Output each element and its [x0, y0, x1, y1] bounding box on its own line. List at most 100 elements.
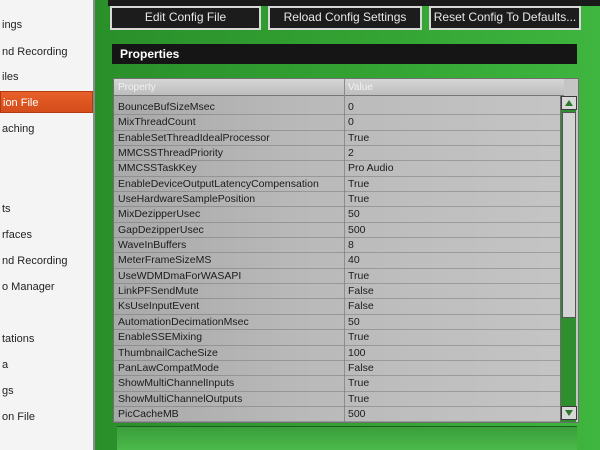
table-row[interactable]: WaveInBuffers 8 — [114, 238, 564, 254]
table-row[interactable]: MixThreadCount 0 — [114, 115, 564, 131]
sidebar-item-settings[interactable]: ings — [0, 14, 93, 36]
table-row[interactable]: MMCSSTaskKey Pro Audio — [114, 161, 564, 177]
table-row[interactable]: PanLawCompatMode False — [114, 361, 564, 377]
reset-config-defaults-button[interactable]: Reset Config To Defaults... — [429, 6, 581, 30]
sidebar-item-midi-recording[interactable]: nd Recording — [0, 250, 93, 272]
property-name: PicCacheMB — [118, 407, 179, 420]
property-value[interactable]: True — [348, 131, 369, 146]
property-value[interactable]: 40 — [348, 253, 360, 268]
table-row[interactable]: MixDezipperUsec 50 — [114, 207, 564, 223]
property-description-area — [117, 426, 577, 450]
property-value[interactable]: True — [348, 376, 369, 391]
grid-header: Property Value — [114, 79, 564, 96]
property-name: EnableDeviceOutputLatencyCompensation — [118, 177, 319, 190]
property-value[interactable]: 0 — [348, 115, 354, 130]
property-name: UseWDMDmaForWASAPI — [118, 269, 242, 282]
property-name: LinkPFSendMute — [118, 285, 199, 298]
table-row[interactable]: EnableSSEMixing True — [114, 330, 564, 346]
property-value[interactable]: 2 — [348, 146, 354, 161]
table-row[interactable]: GapDezipperUsec 500 — [114, 223, 564, 239]
property-name: MixDezipperUsec — [118, 208, 201, 221]
table-row[interactable]: EnableSetThreadIdealProcessor True — [114, 131, 564, 147]
table-row[interactable]: PicCacheMB 500 — [114, 407, 564, 423]
table-row[interactable]: ShowMultiChannelInputs True — [114, 376, 564, 392]
table-row[interactable]: BounceBufSizeMsec 0 — [114, 100, 564, 116]
scrollbar-thumb[interactable] — [562, 112, 576, 318]
property-name: WaveInBuffers — [118, 239, 187, 252]
property-name: MMCSSThreadPriority — [118, 147, 224, 160]
table-row[interactable]: ThumbnailCacheSize 100 — [114, 346, 564, 361]
property-value[interactable]: 50 — [348, 315, 360, 330]
property-value[interactable]: 0 — [348, 100, 354, 115]
sidebar: ings nd Recording iles ion File aching t… — [0, 0, 95, 450]
property-value[interactable]: True — [348, 392, 369, 407]
property-name: AutomationDecimationMsec — [118, 315, 249, 328]
column-header-value[interactable]: Value — [344, 79, 373, 96]
sidebar-item-label: ts — [2, 203, 11, 215]
property-value[interactable]: True — [348, 269, 369, 284]
property-name: MMCSSTaskKey — [118, 162, 197, 175]
sidebar-item-label: aching — [2, 123, 35, 135]
sidebar-item-interfaces[interactable]: rfaces — [0, 224, 93, 246]
property-name: ShowMultiChannelOutputs — [118, 392, 243, 405]
reload-config-settings-button[interactable]: Reload Config Settings — [268, 6, 422, 30]
property-value[interactable]: True — [348, 192, 369, 207]
property-value[interactable]: False — [348, 361, 374, 376]
property-name: GapDezipperUsec — [118, 223, 204, 236]
property-name: MixThreadCount — [118, 116, 196, 129]
scroll-up-arrow-icon[interactable] — [561, 96, 577, 110]
sidebar-item-caching[interactable]: aching — [0, 118, 93, 140]
sidebar-item-configuration-file[interactable]: ion File — [0, 91, 93, 113]
table-row[interactable]: KsUseInputEvent False — [114, 299, 564, 315]
sidebar-item-label: iles — [2, 71, 19, 83]
scroll-down-arrow-icon[interactable] — [561, 406, 577, 420]
property-name: EnableSSEMixing — [118, 331, 203, 344]
property-value[interactable]: False — [348, 299, 374, 314]
property-name: EnableSetThreadIdealProcessor — [118, 131, 270, 144]
sidebar-item-audio-recording[interactable]: nd Recording — [0, 41, 93, 63]
table-row[interactable]: LinkPFSendMute False — [114, 284, 564, 300]
sidebar-item-data[interactable]: a — [0, 354, 93, 376]
table-row[interactable]: ShowMultiChannelOutputs True — [114, 392, 564, 407]
property-value[interactable]: 8 — [348, 238, 354, 253]
table-row[interactable]: MeterFrameSizeMS 40 — [114, 253, 564, 269]
property-name: PanLawCompatMode — [118, 361, 219, 374]
table-row[interactable]: AutomationDecimationMsec 50 — [114, 315, 564, 331]
property-value[interactable]: True — [348, 330, 369, 345]
sidebar-item-label: tations — [2, 333, 35, 345]
table-row[interactable]: UseWDMDmaForWASAPI True — [114, 269, 564, 285]
properties-header: Properties — [112, 44, 577, 64]
sidebar-item-label: gs — [2, 385, 14, 397]
property-value[interactable]: 50 — [348, 207, 360, 222]
table-row[interactable]: EnableDeviceOutputLatencyCompensation Tru… — [114, 177, 564, 193]
vertical-scrollbar[interactable] — [560, 96, 577, 422]
property-name: UseHardwareSamplePosition — [118, 193, 256, 206]
sidebar-item-label: ings — [2, 19, 23, 31]
edit-config-file-button[interactable]: Edit Config File — [110, 6, 261, 30]
property-value[interactable]: 500 — [348, 223, 366, 238]
sidebar-item-ports[interactable]: ts — [0, 198, 93, 220]
property-name: MeterFrameSizeMS — [118, 254, 212, 267]
table-row[interactable]: MMCSSThreadPriority 2 — [114, 146, 564, 162]
property-name: BounceBufSizeMsec — [118, 101, 215, 113]
sidebar-item-settings-2[interactable]: gs — [0, 380, 93, 402]
property-value[interactable]: False — [348, 284, 374, 299]
property-name: ThumbnailCacheSize — [118, 346, 218, 359]
sidebar-item-label: o Manager — [2, 281, 55, 293]
sidebar-item-manager[interactable]: o Manager — [0, 276, 93, 298]
column-header-property[interactable]: Property — [114, 79, 156, 96]
sidebar-item-label: ion File — [3, 97, 39, 109]
sidebar-item-label: a — [2, 359, 9, 371]
property-value[interactable]: 100 — [348, 346, 366, 361]
sidebar-item-configuration-file-2[interactable]: on File — [0, 406, 93, 428]
property-grid: Property Value BounceBufSizeMsec 0 MixThr… — [113, 78, 579, 424]
property-value[interactable]: Pro Audio — [348, 161, 394, 176]
property-value[interactable]: 500 — [348, 407, 366, 422]
property-rows: BounceBufSizeMsec 0 MixThreadCount 0 Enabl… — [114, 100, 564, 423]
sidebar-item-label: nd Recording — [2, 46, 68, 58]
sidebar-item-annotations[interactable]: tations — [0, 328, 93, 350]
sidebar-item-files[interactable]: iles — [0, 66, 93, 88]
property-value[interactable]: True — [348, 177, 369, 192]
property-name: KsUseInputEvent — [118, 300, 200, 313]
table-row[interactable]: UseHardwareSamplePosition True — [114, 192, 564, 208]
